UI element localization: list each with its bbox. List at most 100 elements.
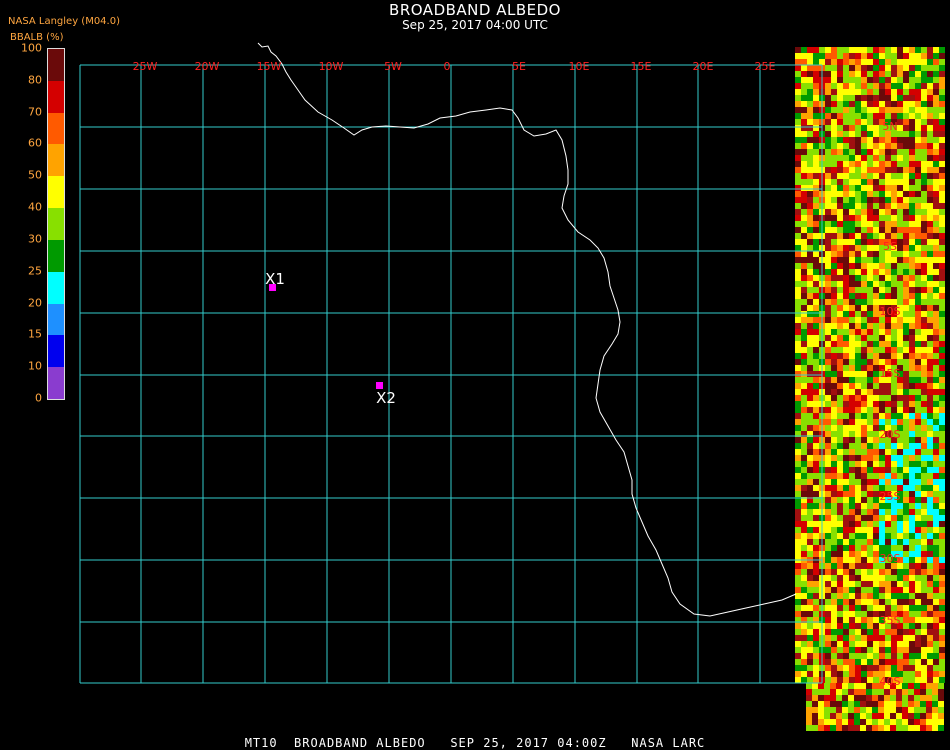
swath-pixel — [902, 719, 908, 725]
swath-pixel — [939, 581, 945, 587]
swath-pixel — [843, 287, 849, 293]
swath-pixel — [837, 95, 843, 101]
swath-pixel — [843, 425, 849, 431]
swath-pixel — [915, 137, 921, 143]
swath-pixel — [933, 677, 939, 683]
swath-pixel — [867, 413, 873, 419]
swath-pixel — [885, 269, 891, 275]
swath-pixel — [867, 677, 873, 683]
swath-pixel — [837, 83, 843, 89]
swath-pixel — [915, 323, 921, 329]
swath-pixel — [843, 611, 849, 617]
swath-pixel — [831, 77, 837, 83]
swath-pixel — [842, 713, 848, 719]
swath-pixel — [855, 653, 861, 659]
swath-pixel — [879, 269, 885, 275]
swath-pixel — [903, 191, 909, 197]
swath-pixel — [938, 683, 944, 689]
swath-pixel — [879, 473, 885, 479]
swath-pixel — [915, 557, 921, 563]
swath-pixel — [807, 455, 813, 461]
swath-pixel — [807, 545, 813, 551]
swath-pixel — [903, 377, 909, 383]
swath-pixel — [921, 563, 927, 569]
swath-pixel — [921, 155, 927, 161]
swath-pixel — [890, 713, 896, 719]
swath-pixel — [903, 365, 909, 371]
swath-pixel — [885, 659, 891, 665]
swath-pixel — [861, 53, 867, 59]
swath-pixel — [801, 485, 807, 491]
swath-pixel — [837, 485, 843, 491]
swath-pixel — [915, 485, 921, 491]
swath-pixel — [933, 323, 939, 329]
swath-pixel — [801, 659, 807, 665]
swath-pixel — [795, 473, 801, 479]
swath-pixel — [933, 533, 939, 539]
swath-pixel — [939, 671, 945, 677]
swath-pixel — [837, 395, 843, 401]
swath-pixel — [933, 395, 939, 401]
swath-pixel — [909, 371, 915, 377]
swath-pixel — [801, 545, 807, 551]
swath-pixel — [825, 515, 831, 521]
swath-pixel — [825, 473, 831, 479]
swath-pixel — [837, 497, 843, 503]
swath-pixel — [927, 323, 933, 329]
swath-pixel — [801, 77, 807, 83]
swath-pixel — [909, 413, 915, 419]
swath-pixel — [867, 557, 873, 563]
longitude-label: 10W — [319, 60, 344, 73]
swath-pixel — [927, 575, 933, 581]
swath-pixel — [939, 407, 945, 413]
swath-pixel — [813, 623, 819, 629]
swath-pixel — [843, 383, 849, 389]
swath-pixel — [921, 503, 927, 509]
swath-pixel — [879, 287, 885, 293]
swath-pixel — [939, 167, 945, 173]
swath-pixel — [903, 515, 909, 521]
swath-pixel — [801, 245, 807, 251]
swath-pixel — [891, 257, 897, 263]
swath-pixel — [903, 89, 909, 95]
swath-pixel — [903, 479, 909, 485]
swath-pixel — [825, 479, 831, 485]
swath-pixel — [806, 683, 812, 689]
swath-pixel — [801, 467, 807, 473]
swath-pixel — [837, 89, 843, 95]
swath-pixel — [837, 185, 843, 191]
swath-pixel — [830, 719, 836, 725]
swath-pixel — [897, 353, 903, 359]
swath-pixel — [903, 485, 909, 491]
swath-pixel — [849, 593, 855, 599]
swath-pixel — [909, 647, 915, 653]
swath-pixel — [933, 137, 939, 143]
swath-pixel — [939, 653, 945, 659]
swath-pixel — [927, 521, 933, 527]
swath-pixel — [909, 581, 915, 587]
swath-pixel — [866, 701, 872, 707]
swath-pixel — [927, 77, 933, 83]
swath-pixel — [903, 299, 909, 305]
swath-pixel — [831, 95, 837, 101]
swath-pixel — [813, 509, 819, 515]
swath-pixel — [801, 257, 807, 263]
swath-pixel — [818, 725, 824, 731]
swath-pixel — [867, 467, 873, 473]
swath-pixel — [885, 467, 891, 473]
swath-pixel — [903, 269, 909, 275]
swath-pixel — [861, 233, 867, 239]
swath-pixel — [831, 413, 837, 419]
swath-pixel — [807, 659, 813, 665]
swath-pixel — [885, 335, 891, 341]
swath-pixel — [915, 329, 921, 335]
swath-pixel — [849, 539, 855, 545]
swath-pixel — [885, 629, 891, 635]
swath-pixel — [879, 77, 885, 83]
swath-pixel — [879, 443, 885, 449]
swath-pixel — [890, 725, 896, 731]
swath-pixel — [873, 143, 879, 149]
swath-pixel — [867, 227, 873, 233]
swath-pixel — [849, 173, 855, 179]
swath-pixel — [921, 221, 927, 227]
